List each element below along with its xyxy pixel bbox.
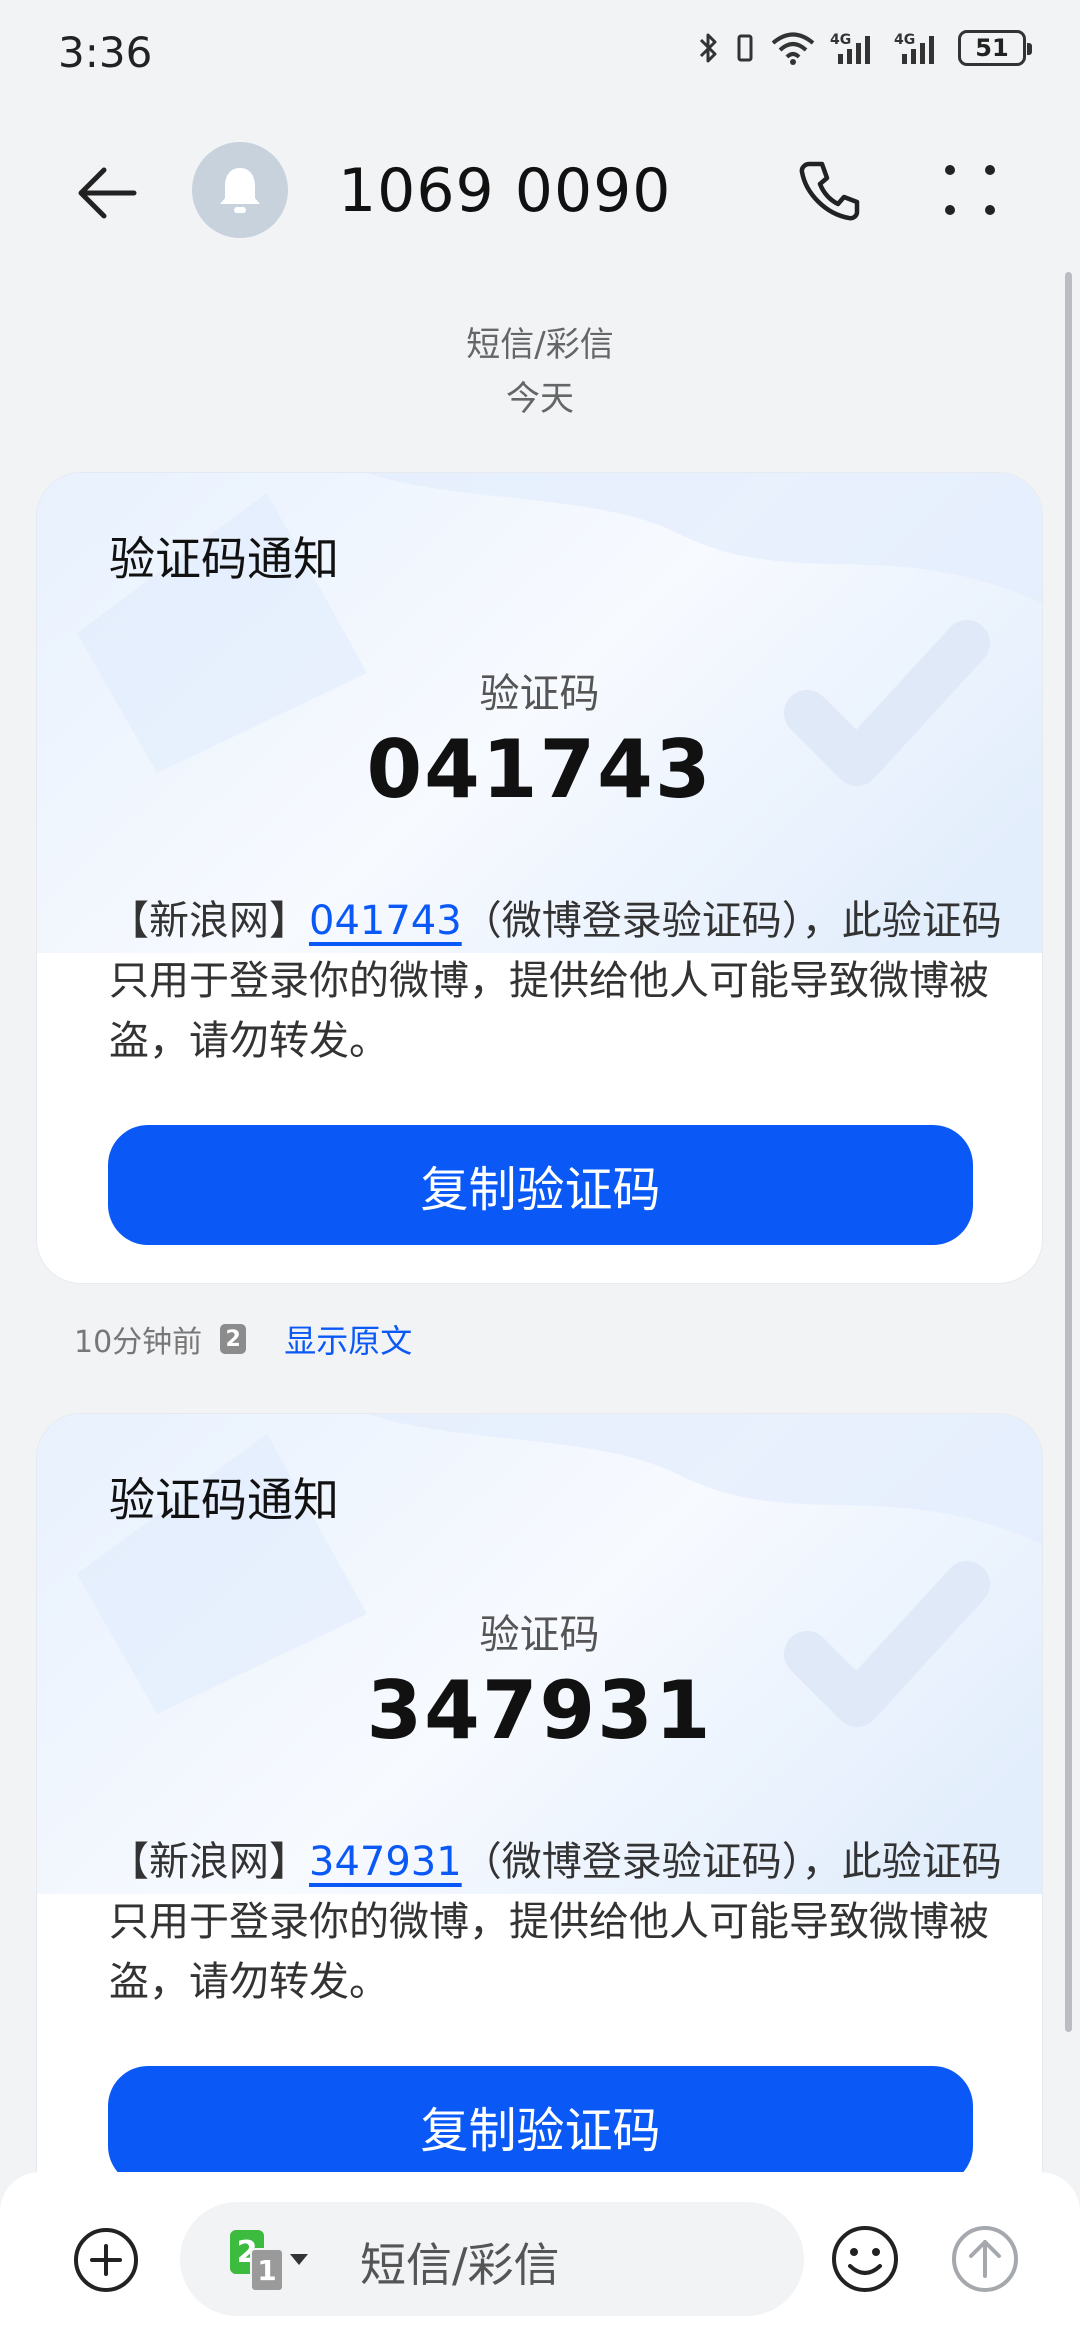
bell-icon <box>220 168 260 213</box>
sms-body: 【新浪网】041743（微博登录验证码），此验证码只用于登录你的微博，提供给他人… <box>109 891 1009 1071</box>
status-icons: 4G 4G 51 <box>698 30 1032 66</box>
card-title: 验证码通知 <box>109 1473 339 1527</box>
more-options-icon[interactable] <box>940 160 1000 220</box>
sim-selector[interactable]: 2 1 <box>230 2230 310 2292</box>
verification-code[interactable]: 041743 <box>37 723 1042 816</box>
battery-level: 51 <box>975 34 1009 62</box>
message-time: 10分钟前 <box>74 1325 203 1360</box>
message-meta: 10分钟前 2 显示原文 <box>74 1316 412 1362</box>
code-label: 验证码 <box>479 671 600 717</box>
contact-title: 1069 0090 <box>338 156 672 226</box>
bluetooth-icon <box>699 33 717 63</box>
conversation-header: 1069 0090 <box>0 120 1080 260</box>
verification-card: 验证码通知 验证码 041743 【新浪网】041743（微博登录验证码），此验… <box>37 473 1042 1283</box>
back-arrow-icon[interactable] <box>72 158 142 228</box>
verification-card: 验证码通知 验证码 347931 【新浪网】347931（微博登录验证码），此验… <box>37 1414 1042 2224</box>
message-input[interactable]: 2 1 短信/彩信 <box>180 2202 804 2316</box>
phone-icon[interactable] <box>794 156 864 226</box>
network-type-label: 4G <box>830 32 851 48</box>
date-header: 短信/彩信 今天 <box>0 318 1080 426</box>
emoji-icon[interactable] <box>830 2224 900 2294</box>
card-title: 验证码通知 <box>109 532 339 586</box>
add-attachment-icon[interactable] <box>72 2226 140 2294</box>
code-link[interactable]: 347931 <box>309 1839 462 1885</box>
sim-secondary-badge: 1 <box>250 2248 284 2292</box>
avatar[interactable] <box>192 142 288 238</box>
day-label: 今天 <box>506 379 574 419</box>
sender-tag: 【新浪网】 <box>109 1839 309 1885</box>
sms-body: 【新浪网】347931（微博登录验证码），此验证码只用于登录你的微博，提供给他人… <box>109 1832 1009 2012</box>
signal-icon-sim2: 4G <box>894 32 934 64</box>
status-bar: 3:36 4G 4G 51 <box>0 0 1080 108</box>
status-time: 3:36 <box>58 28 153 77</box>
battery-icon: 51 <box>958 30 1032 66</box>
channel-label: 短信/彩信 <box>466 325 614 365</box>
verification-code[interactable]: 347931 <box>37 1664 1042 1757</box>
network-type-label: 4G <box>894 32 915 48</box>
vibrate-icon <box>737 34 753 62</box>
scrollbar[interactable] <box>1065 272 1072 2032</box>
show-original-link[interactable]: 显示原文 <box>284 1316 412 1362</box>
send-icon[interactable] <box>950 2224 1020 2294</box>
copy-code-button[interactable]: 复制验证码 <box>108 2066 973 2186</box>
sim-badge: 2 <box>220 1324 247 1354</box>
copy-code-button[interactable]: 复制验证码 <box>108 1125 973 1245</box>
signal-icon-sim1: 4G <box>830 32 870 64</box>
wifi-icon <box>771 32 815 65</box>
sender-tag: 【新浪网】 <box>109 898 309 944</box>
chevron-down-icon <box>290 2254 308 2265</box>
input-placeholder: 短信/彩信 <box>360 2238 560 2292</box>
message-input-bar: 2 1 短信/彩信 <box>0 2172 1080 2340</box>
code-link[interactable]: 041743 <box>309 898 462 944</box>
code-label: 验证码 <box>479 1612 600 1658</box>
